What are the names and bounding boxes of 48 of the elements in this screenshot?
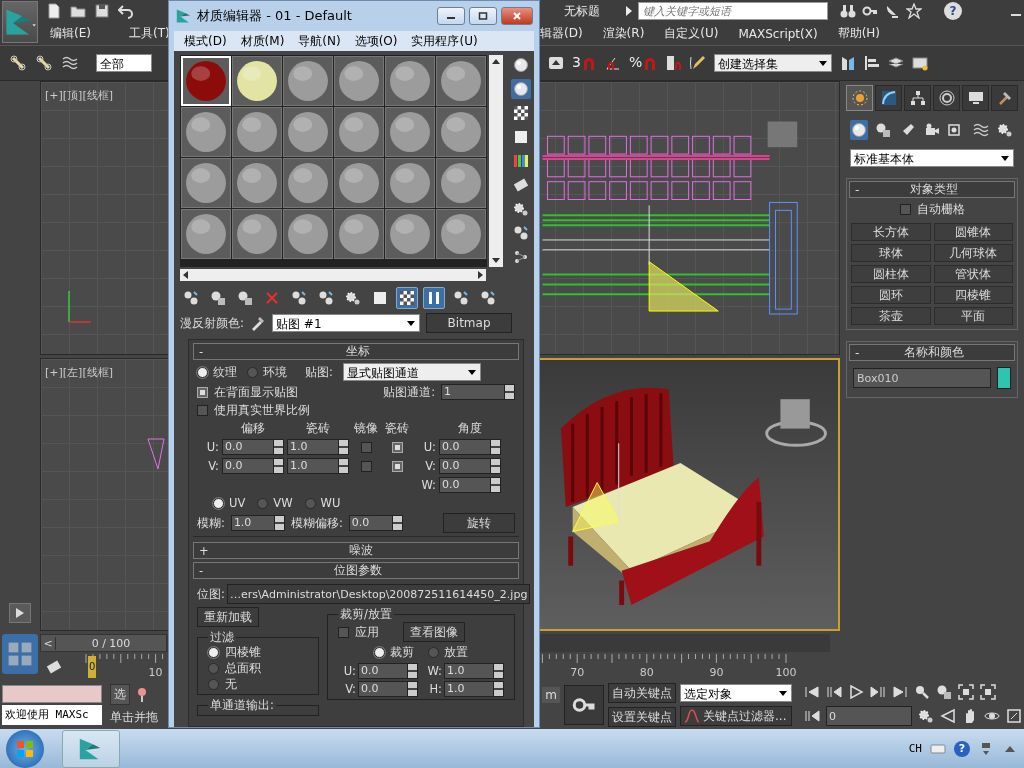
checkbox-label: 应用: [355, 624, 379, 640]
axis-label: W:: [426, 664, 442, 678]
radio-label: 四棱锥: [225, 645, 261, 660]
radio-label: VW: [273, 496, 293, 510]
axis-label: U:: [422, 440, 436, 454]
group-title: 裁剪/放置: [339, 607, 393, 622]
axis-label: V:: [424, 459, 436, 473]
window-title: 无标题: [564, 2, 601, 20]
field-label: 模糊偏移:: [290, 515, 343, 531]
checkbox-label: 在背面显示贴图: [214, 384, 298, 400]
ruler-label: 90: [709, 665, 724, 679]
field-label: 漫反射颜色:: [180, 314, 245, 332]
column-header: 镜像: [353, 421, 379, 436]
radio-label: 纹理: [213, 364, 237, 380]
group-title: 过滤: [209, 630, 235, 645]
radio-label: 环境: [263, 364, 287, 380]
radio-label: 裁剪: [390, 645, 414, 660]
axis-label: W:: [420, 478, 436, 492]
field-label: 位图:: [197, 586, 225, 602]
axis-label: U:: [342, 664, 356, 678]
axis-label: V:: [207, 459, 219, 473]
ruler-label: 100: [775, 665, 797, 679]
radio-label: 放置: [444, 645, 468, 660]
field-label: 贴图通道:: [383, 384, 435, 400]
radio-label: UV: [229, 496, 246, 510]
ruler-label: 10: [148, 665, 163, 679]
axis-label: H:: [428, 682, 442, 696]
field-label: 贴图:: [305, 364, 333, 380]
script-output-field: 欢迎使用 MAXSc: [2, 705, 102, 726]
status-prompt: 单击并拖: [110, 709, 159, 727]
checkbox-label: 使用真实世界比例: [214, 403, 310, 418]
radio-label: 无: [225, 677, 237, 692]
radio-label: 总面积: [225, 661, 261, 676]
column-header: 瓷砖: [384, 421, 410, 436]
grid-unit-field: m: [542, 687, 560, 704]
column-header: 偏移: [240, 421, 266, 436]
window-title: 材质编辑器 - 01 - Default: [197, 7, 353, 25]
ruler-label: 80: [639, 665, 654, 679]
group-title: 单通道输出:: [209, 698, 275, 713]
axis-label: V:: [344, 682, 356, 696]
column-header: 瓷砖: [305, 421, 331, 436]
radio-label: WU: [320, 496, 341, 510]
column-header: 角度: [457, 421, 483, 436]
axis-label: U:: [205, 440, 219, 454]
checkbox-label: 自动栅格: [916, 201, 965, 219]
frame-position: 0 / 100: [90, 636, 132, 650]
field-label: 模糊:: [197, 515, 225, 531]
ruler-label: 70: [570, 665, 585, 679]
